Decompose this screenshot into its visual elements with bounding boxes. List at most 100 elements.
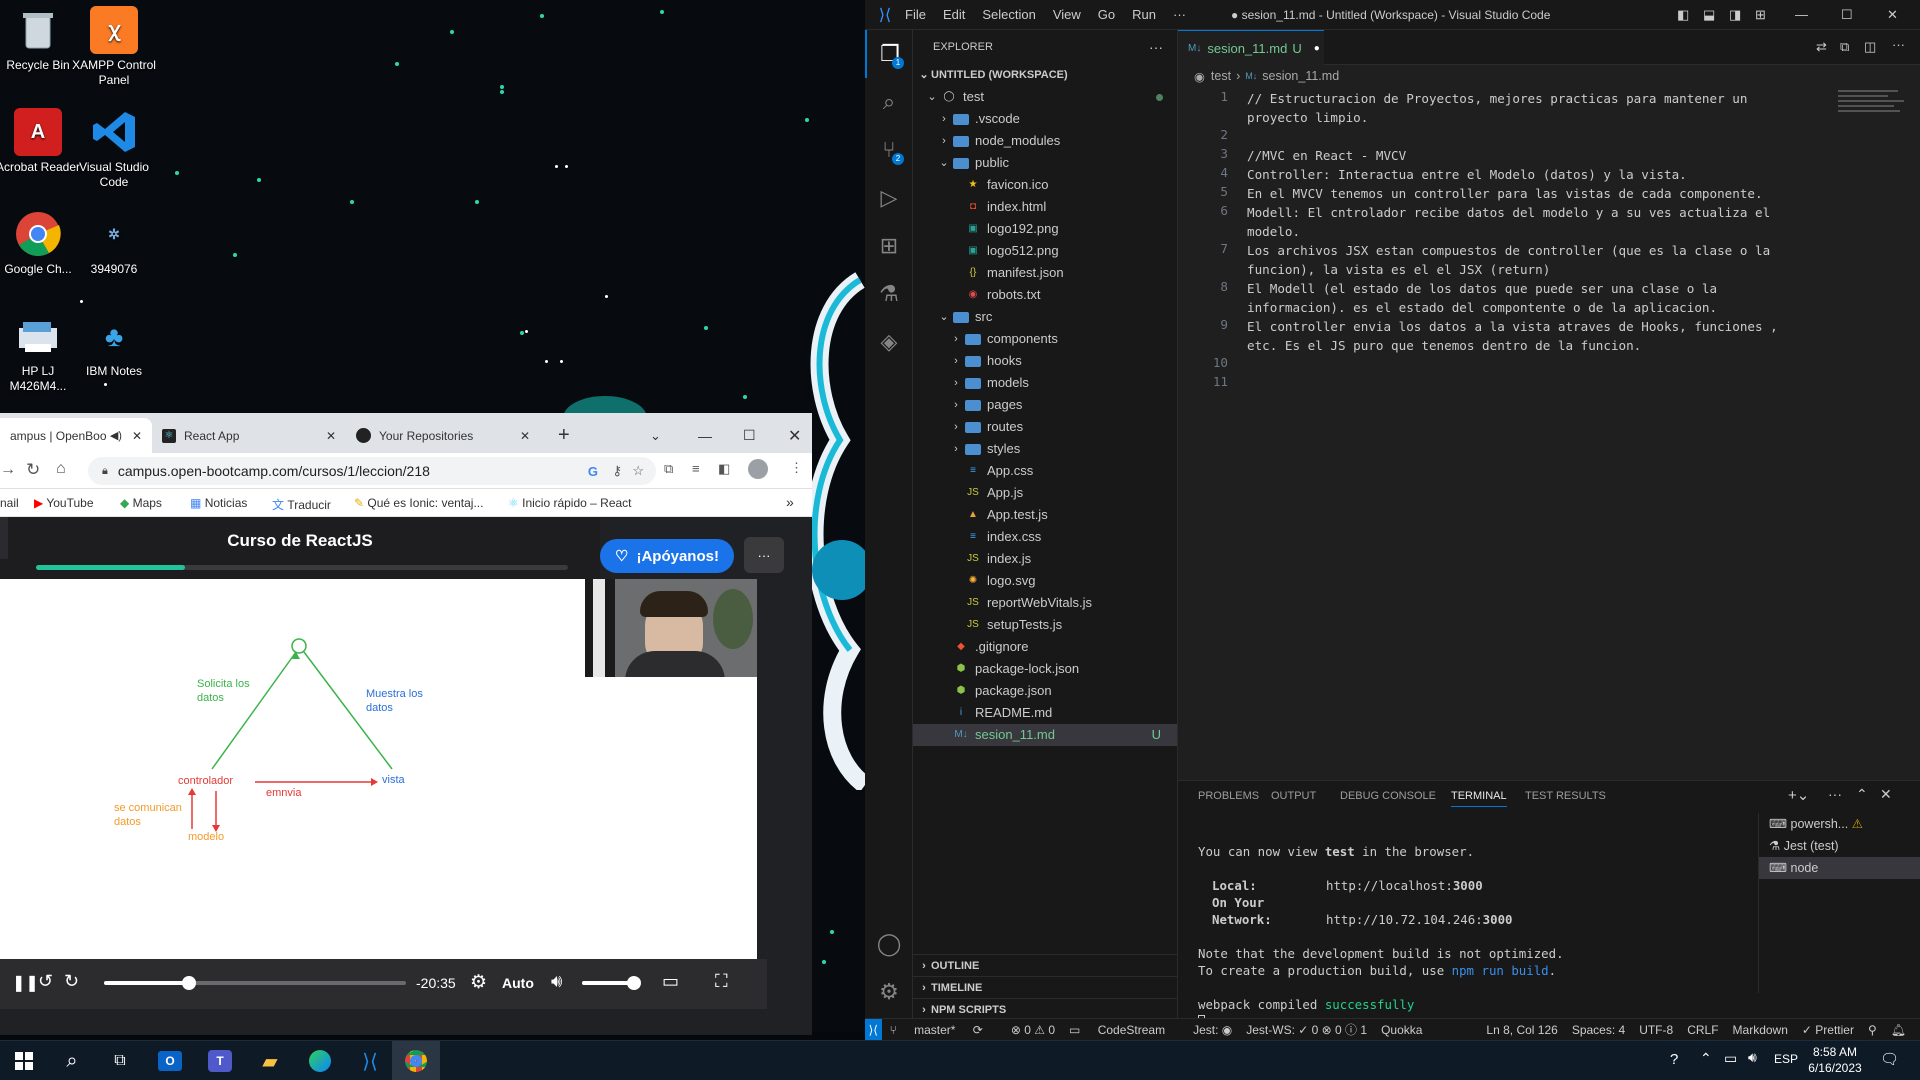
volume-icon[interactable]: 🔊︎: [551, 971, 562, 992]
terminal-powershell[interactable]: ⌨︎ powersh... ⚠: [1759, 813, 1920, 835]
tab-debug-console[interactable]: DEBUG CONSOLE: [1340, 790, 1436, 802]
prettier-status[interactable]: ✓ Prettier: [1802, 1023, 1854, 1037]
tree-file[interactable]: ◆ .gitignore: [913, 636, 1177, 658]
tree-file[interactable]: JS index.js: [913, 548, 1177, 570]
tree-file[interactable]: JS reportWebVitals.js: [913, 592, 1177, 614]
tree-folder[interactable]: › styles: [913, 438, 1177, 460]
tree-file[interactable]: ★ favicon.ico: [913, 174, 1177, 196]
tree-folder[interactable]: › models: [913, 372, 1177, 394]
codestream-icon[interactable]: ◈: [865, 318, 913, 366]
bookmark-react[interactable]: ⚛ Inicio rápido – React: [508, 496, 632, 510]
more-bookmarks-icon[interactable]: »: [786, 494, 794, 510]
tree-file[interactable]: ▣ logo512.png: [913, 240, 1177, 262]
volume-slider[interactable]: [582, 976, 642, 990]
tree-folder[interactable]: › .vscode: [913, 108, 1177, 130]
terminal-jest[interactable]: ⚗ Jest (test): [1759, 835, 1920, 857]
tab-react-app[interactable]: ⚛ React App ✕: [152, 418, 346, 453]
compare-icon[interactable]: ⇄: [1816, 39, 1827, 55]
tree-folder[interactable]: › components: [913, 328, 1177, 350]
more-options-button[interactable]: ···: [744, 537, 784, 573]
menu-file[interactable]: File: [905, 7, 926, 22]
split-editor-icon[interactable]: ◫: [1864, 39, 1876, 55]
branch-status[interactable]: ⑂ master* ⟳: [890, 1023, 997, 1037]
encoding-status[interactable]: UTF-8: [1639, 1023, 1673, 1037]
npm-scripts-section[interactable]: › NPM SCRIPTS: [913, 998, 1178, 1020]
settings-gear-icon[interactable]: ⚙: [470, 971, 487, 994]
unsaved-dot-icon[interactable]: ●: [1314, 43, 1320, 54]
tree-file[interactable]: M↓ sesion_11.md U: [913, 724, 1177, 746]
new-terminal-icon[interactable]: +⌄: [1788, 786, 1809, 804]
close-button[interactable]: ✕: [1887, 7, 1898, 23]
desktop-icon-recycle-bin[interactable]: Recycle Bin: [0, 6, 81, 73]
jest-ws-status[interactable]: Jest-WS: ✓ 0 ⊗ 0 ⓘ 1: [1246, 1021, 1367, 1038]
tree-file[interactable]: i README.md: [913, 702, 1177, 724]
chrome-taskbar-icon[interactable]: [392, 1041, 440, 1080]
codestream-status[interactable]: ▭ CodeStream: [1069, 1023, 1179, 1037]
start-button[interactable]: [0, 1041, 48, 1080]
toggle-secondary-sidebar-icon[interactable]: ◨: [1729, 7, 1741, 23]
panel-more-icon[interactable]: ···: [1828, 786, 1842, 802]
indentation-status[interactable]: Spaces: 4: [1572, 1023, 1625, 1037]
code-editor[interactable]: 1 // Estructuracion de Proyectos, mejores…: [1178, 87, 1920, 775]
tree-folder[interactable]: › hooks: [913, 350, 1177, 372]
extensions-icon[interactable]: ⧉: [664, 461, 673, 477]
terminal-output[interactable]: You can now view test in the browser. Lo…: [1198, 843, 1678, 1030]
bookmark-gmail[interactable]: nail: [0, 496, 19, 510]
bookmark-youtube[interactable]: ▶ YouTube: [34, 496, 94, 510]
tab-problems[interactable]: PROBLEMS: [1198, 790, 1259, 802]
tree-folder[interactable]: ⌄ public: [913, 152, 1177, 174]
toggle-panel-icon[interactable]: ⬓: [1703, 7, 1715, 23]
tree-folder[interactable]: › routes: [913, 416, 1177, 438]
search-icon[interactable]: ⌕: [865, 78, 913, 126]
run-debug-icon[interactable]: ▷: [865, 174, 913, 222]
cursor-position[interactable]: Ln 8, Col 126: [1486, 1023, 1557, 1037]
bookmark-ionic[interactable]: ✎ Qué es Ionic: ventaj...: [354, 496, 483, 510]
tree-folder[interactable]: ⌄ src: [913, 306, 1177, 328]
close-tab-icon[interactable]: ✕: [326, 429, 336, 443]
menu-edit[interactable]: Edit: [943, 7, 965, 22]
timeline-section[interactable]: › TIMELINE: [913, 976, 1178, 998]
picture-in-picture-icon[interactable]: ▭: [662, 971, 679, 992]
tree-file[interactable]: ⬢ package.json: [913, 680, 1177, 702]
pause-icon[interactable]: ❚❚: [12, 973, 39, 993]
extensions-icon[interactable]: ⊞: [865, 222, 913, 270]
chrome-menu-icon[interactable]: ⋮: [790, 460, 803, 476]
forward-icon[interactable]: →: [0, 461, 16, 479]
tree-file[interactable]: JS setupTests.js: [913, 614, 1177, 636]
language-indicator[interactable]: ESP: [1774, 1052, 1798, 1066]
tree-folder[interactable]: › pages: [913, 394, 1177, 416]
bookmark-maps[interactable]: ◆ Maps: [120, 496, 162, 510]
eol-status[interactable]: CRLF: [1687, 1023, 1718, 1037]
teams-icon[interactable]: T: [196, 1041, 244, 1080]
close-tab-icon[interactable]: ✕: [132, 429, 142, 443]
maximize-button[interactable]: ☐: [1841, 7, 1853, 23]
notifications-icon[interactable]: 🗨︎: [1880, 1050, 1899, 1068]
tree-file[interactable]: JS App.js: [913, 482, 1177, 504]
edge-icon[interactable]: [296, 1041, 344, 1080]
bookmark-traducir[interactable]: 文 Traducir: [272, 496, 331, 513]
support-button[interactable]: ♡ ¡Apóyanos!: [600, 539, 734, 573]
tree-folder[interactable]: › node_modules: [913, 130, 1177, 152]
seek-slider[interactable]: [104, 976, 406, 990]
quality-label[interactable]: Auto: [502, 975, 534, 991]
remote-icon[interactable]: ⟩⟨: [865, 1018, 882, 1041]
manage-gear-icon[interactable]: ⚙: [865, 968, 913, 1016]
toggle-sidebar-icon[interactable]: ◧: [1677, 7, 1689, 23]
tree-file[interactable]: ≡ App.css: [913, 460, 1177, 482]
vscode-taskbar-icon[interactable]: ⟩⟨: [346, 1041, 394, 1080]
file-explorer-icon[interactable]: ▰: [246, 1041, 294, 1080]
profile-avatar[interactable]: [748, 459, 768, 479]
tree-file[interactable]: ⬢ package-lock.json: [913, 658, 1177, 680]
tab-search-icon[interactable]: ⌄: [640, 418, 671, 453]
address-bar[interactable]: 🔒︎ campus.open-bootcamp.com/cursos/1/lec…: [88, 457, 656, 485]
tree-root-test[interactable]: ⌄ ◯ test: [913, 86, 1177, 108]
menu-go[interactable]: Go: [1098, 7, 1115, 22]
quokka-status[interactable]: Quokka: [1381, 1023, 1422, 1037]
task-view-icon[interactable]: ⧉: [96, 1041, 144, 1080]
tab-openbootcamp[interactable]: ampus | OpenBoot ◀︎) ✕: [0, 418, 152, 453]
desktop-icon-xampp[interactable]: ꭓ XAMPP Control Panel: [71, 6, 157, 88]
menu-run[interactable]: Run: [1132, 7, 1156, 22]
desktop-icon-vscode[interactable]: Visual Studio Code: [71, 108, 157, 190]
network-icon[interactable]: ▭: [1724, 1050, 1737, 1067]
desktop-icon-file[interactable]: ✲ 3949076: [71, 210, 157, 277]
